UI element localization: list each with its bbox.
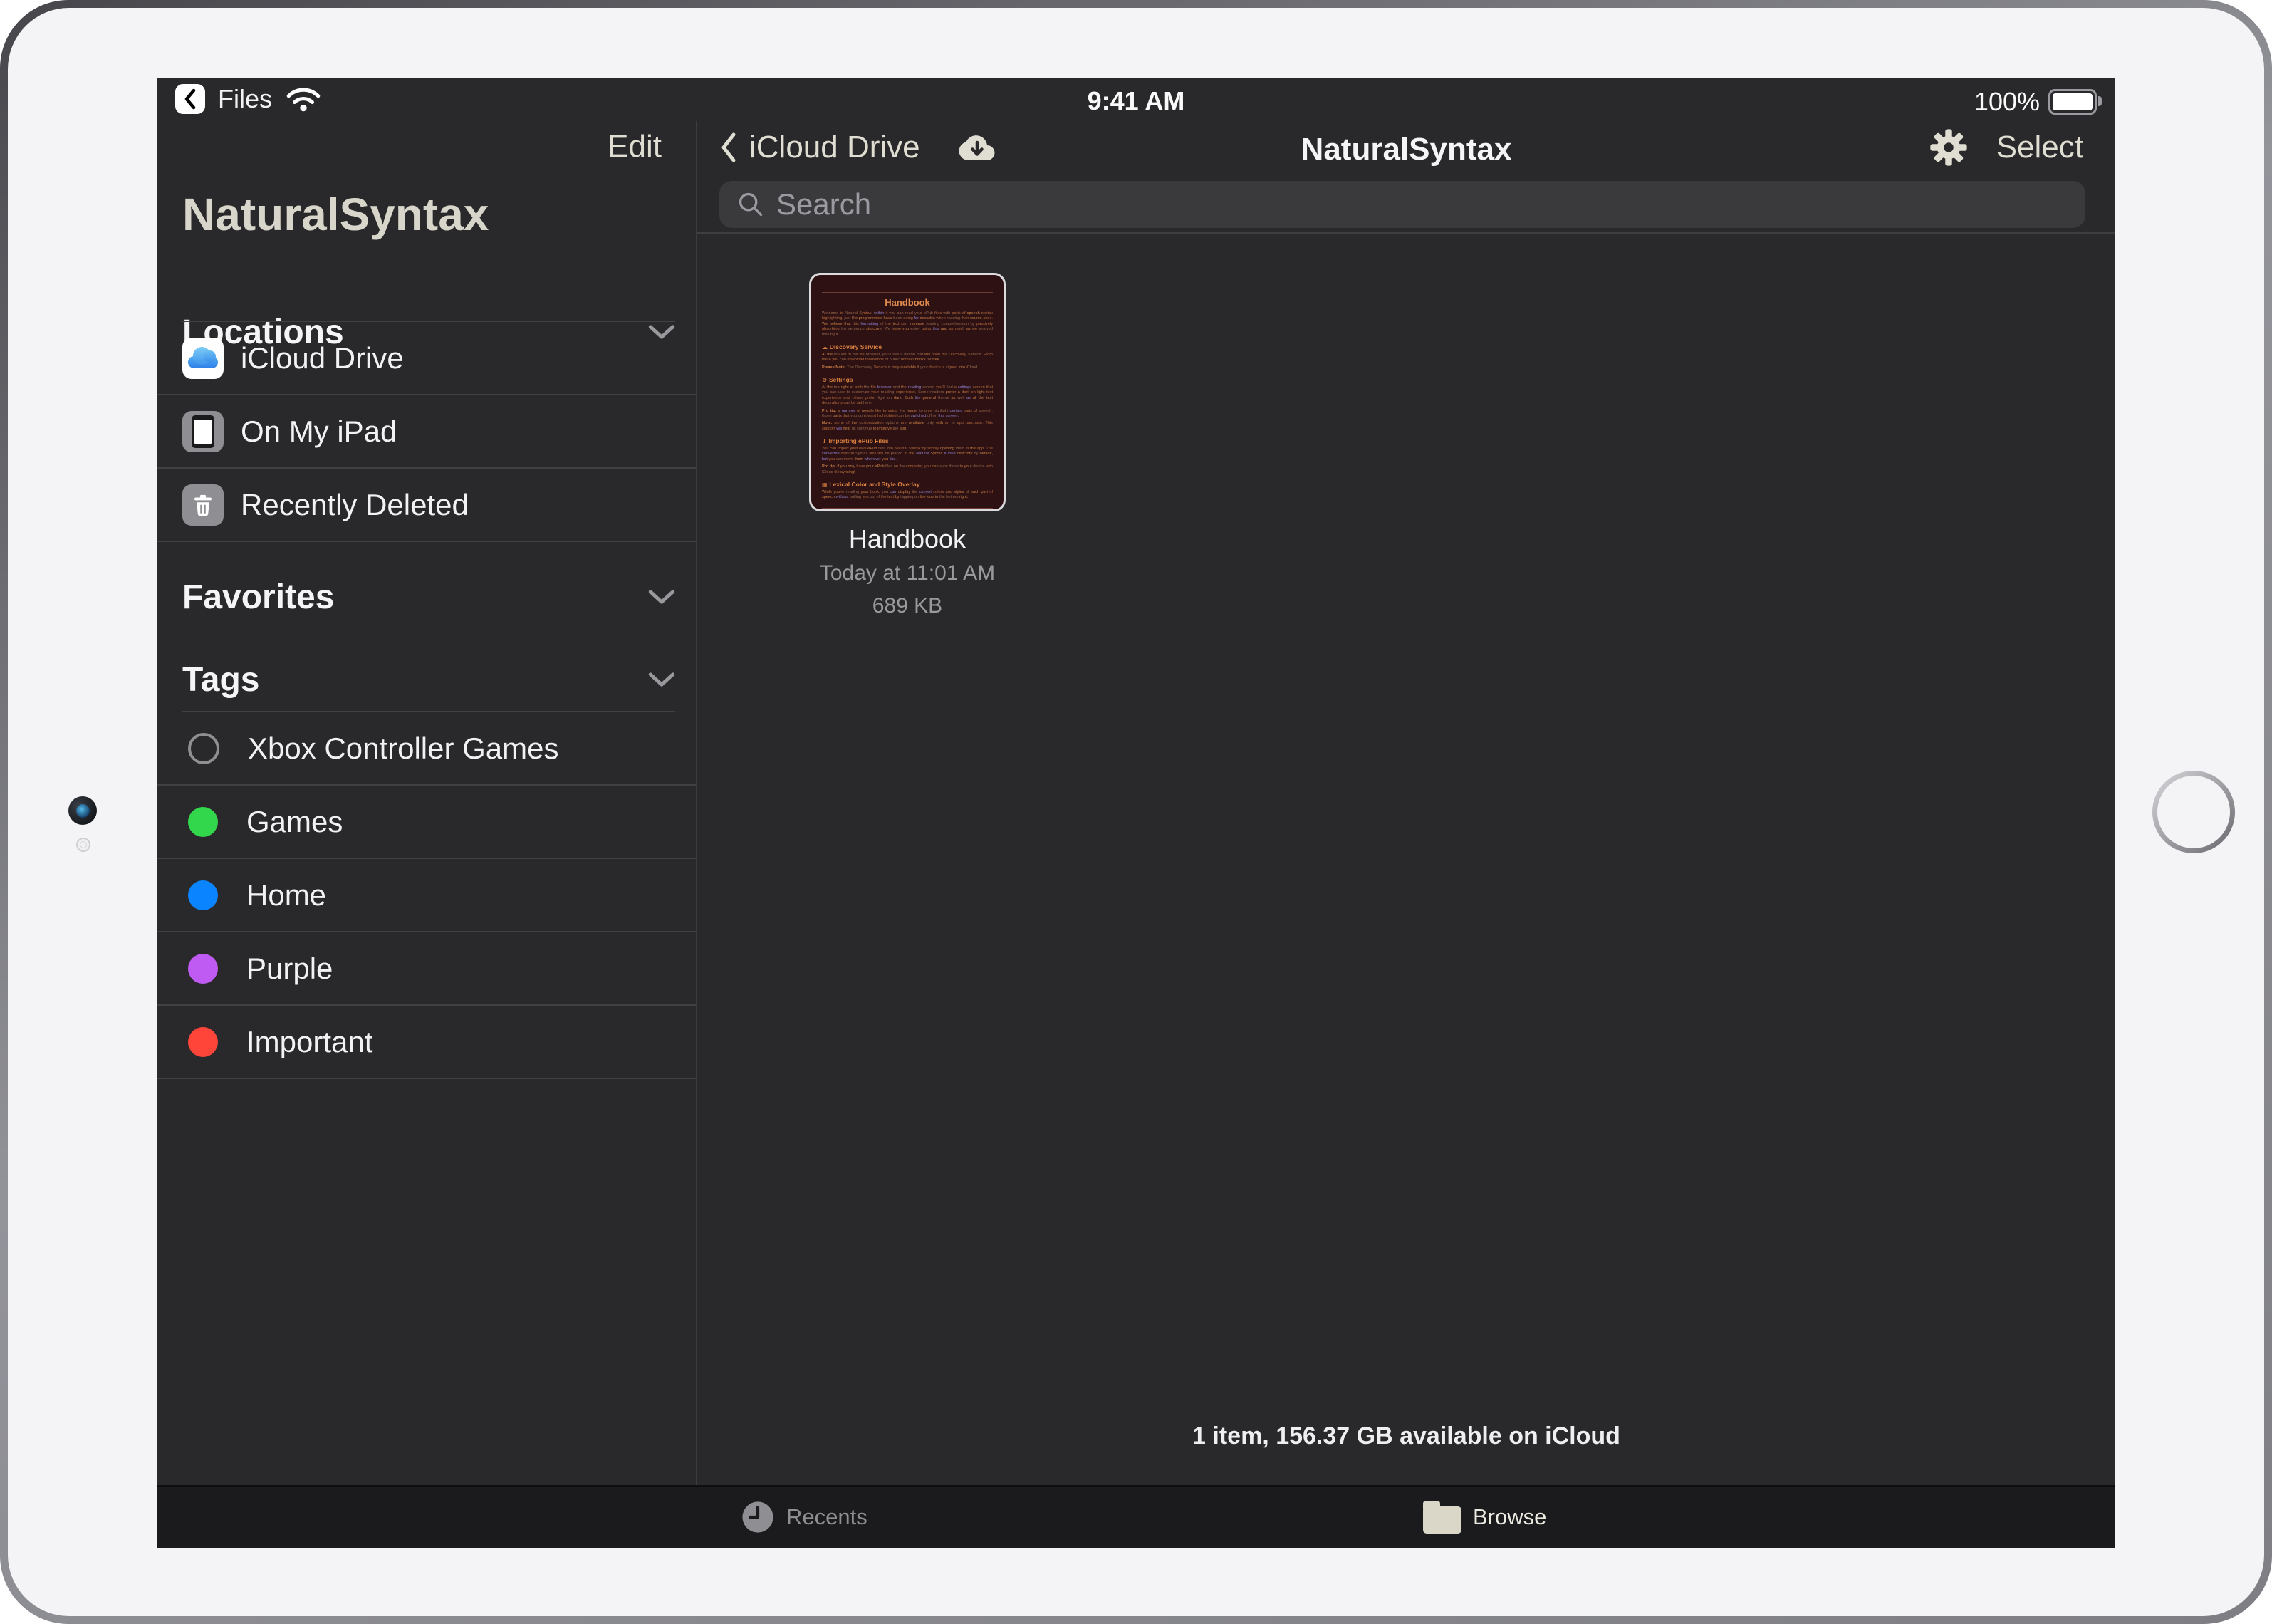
wifi-icon (285, 85, 322, 113)
sidebar-item-label: iCloud Drive (241, 341, 404, 375)
file-thumbnail[interactable]: Handbook Welcome to Natural Syntax, withi… (809, 273, 1006, 511)
tag-circle-icon (188, 954, 218, 984)
front-camera (68, 796, 97, 825)
thumbnail-para: Note: some of the customization options … (822, 421, 993, 432)
screen: Files 9:41 AM 100% (157, 78, 2115, 1548)
battery-icon (2048, 89, 2097, 115)
file-modified-date: Today at 11:01 AM (809, 560, 1006, 587)
status-bar-right: 100% (1974, 87, 2097, 117)
sidebar-tag-purple[interactable]: Purple (157, 932, 696, 1006)
thumbnail-heading: ⚙ Settings (822, 376, 993, 383)
home-button-inner (2157, 776, 2230, 848)
sidebar-item-icloud-drive[interactable]: iCloud Drive (157, 322, 696, 395)
chevron-down-icon[interactable] (647, 588, 676, 605)
cloud-glyph (188, 356, 218, 368)
tag-label: Important (246, 1025, 372, 1059)
battery-fill (2053, 93, 2093, 110)
page-title: NaturalSyntax (1301, 132, 1512, 167)
sidebar-item-recently-deleted[interactable]: Recently Deleted (157, 469, 696, 542)
back-to-app-label[interactable]: Files (218, 84, 272, 114)
tag-label: Xbox Controller Games (248, 732, 559, 766)
thumbnail-heading: ▦ Lexical Color and Style Overlay (822, 481, 993, 488)
tab-browse[interactable]: Browse (1423, 1487, 1546, 1548)
main-content: iCloud Drive NaturalSyntax (697, 121, 2115, 1485)
clock-icon (741, 1500, 775, 1534)
sidebar-item-label: On My iPad (241, 415, 397, 449)
folder-icon (1423, 1506, 1461, 1534)
back-to-app-button[interactable] (175, 84, 205, 114)
thumbnail-rule (822, 292, 993, 293)
tab-recents[interactable]: Recents (741, 1487, 867, 1548)
storage-summary: 1 item, 156.37 GB available on iCloud (697, 1422, 2115, 1450)
divider (697, 232, 2115, 234)
camera-lens-icon (76, 804, 90, 818)
file-thumbnail-content: Handbook Welcome to Natural Syntax, withi… (811, 275, 1004, 511)
trash-glyph (190, 492, 216, 518)
thumbnail-para: While you're reading your book, you can … (822, 490, 993, 501)
tags-section-header[interactable]: Tags (182, 660, 259, 699)
thumbnail-para: Pro tip: a number of people like to setu… (822, 409, 993, 420)
tag-circle-icon (188, 807, 218, 837)
back-chevron-icon (719, 132, 738, 163)
tag-label: Home (246, 878, 326, 912)
ipad-frame: Files 9:41 AM 100% (0, 0, 2272, 1624)
status-bar: Files 9:41 AM 100% (157, 78, 2115, 121)
mic-dot (76, 838, 90, 852)
search-placeholder: Search (776, 187, 871, 222)
thumbnail-para: You can import your own ePub files into … (822, 447, 993, 462)
tag-label: Purple (246, 952, 333, 986)
thumbnail-para: Welcome to Natural Syntax, within it you… (822, 311, 993, 338)
tag-circle-icon (188, 733, 219, 764)
tag-label: Games (246, 805, 343, 839)
tab-bar: Recents Browse (157, 1485, 2115, 1548)
thumbnail-rule (822, 508, 993, 509)
thumbnail-para: Please Note: The Discovery Service is on… (822, 365, 993, 370)
sidebar-item-on-my-ipad[interactable]: On My iPad (157, 395, 696, 469)
back-chevron-icon (183, 88, 197, 110)
tag-circle-icon (188, 880, 218, 910)
sidebar-tag-games[interactable]: Games (157, 786, 696, 859)
nav-right-actions: Select (1929, 128, 2083, 167)
edit-button[interactable]: Edit (608, 130, 662, 163)
battery-nub (2098, 96, 2102, 106)
tab-browse-label: Browse (1473, 1504, 1546, 1530)
thumbnail-para: Pro tip: If you only have your ePub file… (822, 464, 993, 475)
settings-gear-icon[interactable] (1929, 128, 1968, 167)
file-name: Handbook (809, 524, 1006, 554)
search-input[interactable]: Search (719, 181, 2085, 228)
thumbnail-heading: ↓ Importing ePub Files (822, 437, 993, 444)
ipad-glyph (192, 415, 214, 448)
status-bar-left: Files (175, 84, 322, 114)
status-time: 9:41 AM (1088, 86, 1185, 116)
sidebar-tag-home[interactable]: Home (157, 859, 696, 932)
back-button-label: iCloud Drive (749, 130, 920, 165)
file-item-handbook[interactable]: Handbook Welcome to Natural Syntax, withi… (809, 273, 1006, 620)
tag-circle-icon (188, 1027, 218, 1057)
ipad-glyph-screen (194, 420, 212, 444)
sidebar-app-title: NaturalSyntax (182, 188, 489, 241)
file-size: 689 KB (809, 593, 1006, 620)
ipad-icon (182, 411, 224, 452)
battery-percent: 100% (1974, 87, 2040, 117)
sidebar-item-label: Recently Deleted (241, 488, 469, 522)
cloud-download-icon[interactable] (954, 131, 1000, 164)
sidebar-tag-xbox-controller-games[interactable]: Xbox Controller Games (157, 712, 696, 786)
home-button[interactable] (2152, 771, 2235, 853)
thumbnail-heading: ☁ Discovery Service (822, 343, 993, 350)
search-icon (736, 190, 765, 219)
select-button[interactable]: Select (1996, 130, 2083, 165)
thumbnail-para: At the top left of the file browser, you… (822, 353, 993, 363)
icloud-drive-icon (182, 338, 224, 379)
chevron-down-icon[interactable] (647, 671, 676, 688)
tab-recents-label: Recents (786, 1504, 867, 1530)
thumbnail-title: Handbook (822, 297, 993, 308)
favorites-section-header[interactable]: Favorites (182, 578, 334, 617)
back-button[interactable]: iCloud Drive (719, 130, 1000, 165)
screenshot-canvas: Files 9:41 AM 100% (0, 0, 2272, 1624)
trash-icon (182, 484, 224, 526)
sidebar-tag-important[interactable]: Important (157, 1006, 696, 1079)
thumbnail-para: At the top right of both the file browse… (822, 385, 993, 407)
sidebar: Edit NaturalSyntax Locations iCloud Driv… (157, 121, 696, 1485)
